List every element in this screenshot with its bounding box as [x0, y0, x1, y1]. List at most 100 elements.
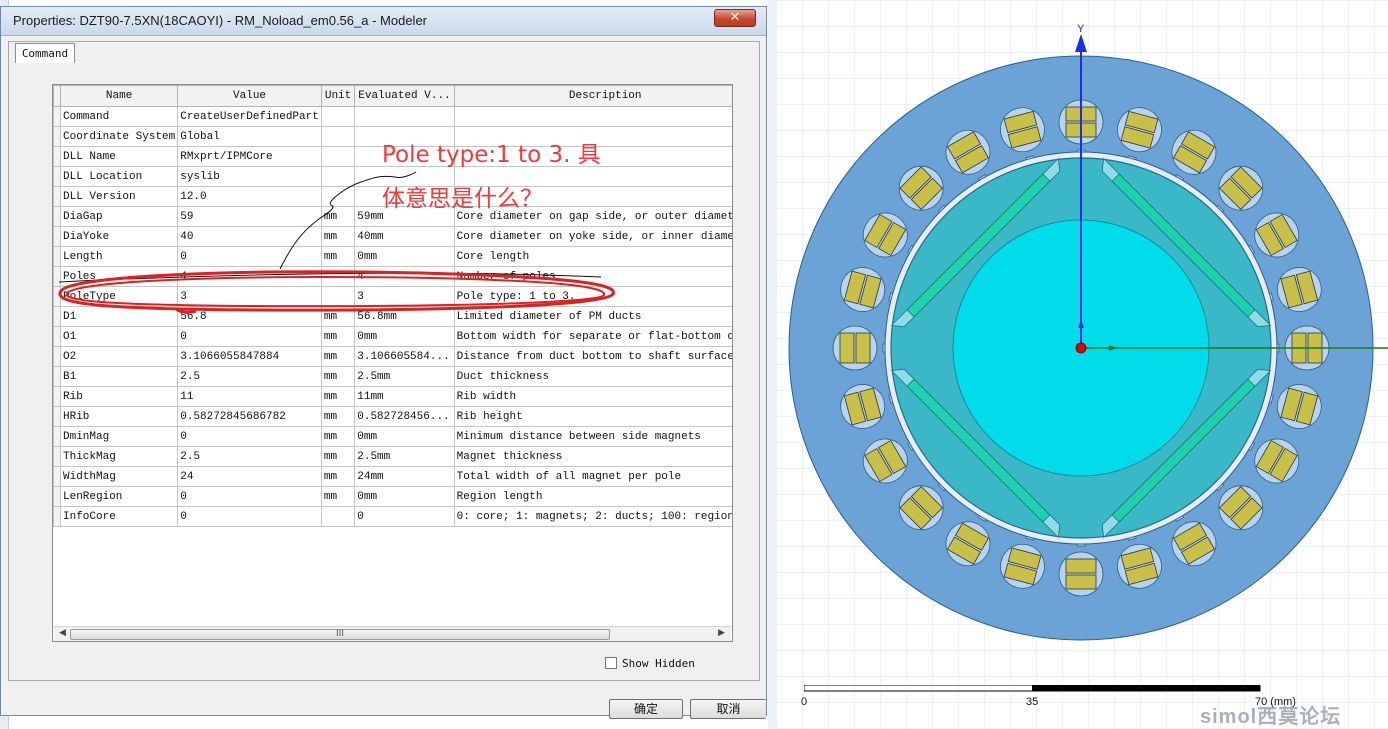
row-header[interactable]	[53, 206, 61, 227]
cell-name: DLL Version	[59, 186, 179, 207]
cell-value[interactable]: syslib	[177, 166, 322, 187]
cell-evaluated: 0mm	[354, 426, 455, 447]
cell-unit: mm	[320, 366, 356, 387]
cell-unit: mm	[320, 226, 356, 247]
table-row[interactable]: DiaYoke 40 mm 40mm Core diameter on yoke sid…	[53, 226, 732, 247]
dialog-titlebar[interactable]: Properties: DZT90-7.5XN(18CAOYI) - RM_No…	[1, 7, 766, 36]
cell-value[interactable]: 12.0	[177, 186, 322, 207]
cell-value[interactable]: 24	[177, 466, 322, 487]
row-header[interactable]	[53, 426, 61, 447]
row-header[interactable]	[53, 506, 61, 527]
table-row[interactable]: DminMag 0 mm 0mm Minimum distance between si…	[53, 426, 732, 447]
row-header[interactable]	[53, 346, 61, 367]
row-header[interactable]	[53, 406, 61, 427]
cell-name: DiaYoke	[59, 226, 179, 247]
ok-button[interactable]: 确定	[609, 699, 683, 719]
table-row[interactable]: ThickMag 2.5 mm 2.5mm Magnet thickness	[53, 446, 732, 467]
cell-evaluated: 40mm	[354, 226, 455, 247]
table-row[interactable]: O2 3.1066055847884 mm 3.106605584... Distanc…	[53, 346, 732, 367]
scrollbar-thumb[interactable]: III	[70, 629, 610, 640]
horizontal-scrollbar[interactable]: ◀ III ▶	[54, 626, 731, 641]
cell-value[interactable]: 4	[177, 266, 322, 287]
coil-upper	[1065, 574, 1097, 590]
modeler-canvas[interactable]: Y	[776, 0, 1388, 729]
cell-description: Rib height	[453, 406, 732, 427]
table-row[interactable]: WidthMag 24 mm 24mm Total width of all magne…	[53, 466, 732, 487]
row-header[interactable]	[53, 246, 61, 267]
row-header[interactable]	[53, 226, 61, 247]
table-row[interactable]: InfoCore 0 0 0: core; 1: magnets; 2: ducts;…	[53, 506, 732, 527]
row-header[interactable]	[53, 146, 61, 167]
column-header-evaluated[interactable]: Evaluated V...	[354, 85, 455, 107]
row-header[interactable]	[53, 486, 61, 507]
row-header[interactable]	[53, 386, 61, 407]
cell-name: Coordinate System	[59, 126, 179, 147]
show-hidden-checkbox[interactable]: Show Hidden	[605, 657, 695, 670]
cell-value[interactable]: 0	[177, 486, 322, 507]
row-header[interactable]	[53, 186, 61, 207]
cell-value[interactable]: 3.1066055847884	[177, 346, 322, 367]
cell-value[interactable]: 40	[177, 226, 322, 247]
cell-description: Magnet thickness	[453, 446, 732, 467]
table-row[interactable]: LenRegion 0 mm 0mm Region length	[53, 486, 732, 507]
cell-value[interactable]: 0	[177, 326, 322, 347]
row-header[interactable]	[53, 446, 61, 467]
window-divider	[768, 0, 776, 729]
cell-description: Minimum distance between side magnets	[453, 426, 732, 447]
row-header[interactable]	[53, 286, 61, 307]
table-row[interactable]: Poles 4 4 Number of poles	[53, 266, 732, 287]
cell-description: Core length	[453, 246, 732, 267]
table-row[interactable]: Rib 11 mm 11mm Rib width	[53, 386, 732, 407]
table-row[interactable]: O1 0 mm 0mm Bottom width for separate or fla…	[53, 326, 732, 347]
cell-value[interactable]: 59	[177, 206, 322, 227]
column-header-description[interactable]: Description	[453, 85, 732, 107]
tab-command[interactable]: Command	[15, 43, 75, 63]
cell-value[interactable]: 3	[177, 286, 322, 307]
table-row[interactable]: PoleType 3 3 Pole type: 1 to 3.	[53, 286, 732, 307]
row-header[interactable]	[53, 126, 61, 147]
coil-lower	[1065, 558, 1097, 574]
cell-description	[453, 106, 732, 127]
cell-value[interactable]: 0	[177, 506, 322, 527]
column-header-value[interactable]: Value	[177, 85, 322, 107]
scroll-left-icon[interactable]: ◀	[59, 628, 66, 638]
cancel-button[interactable]: 取消	[690, 699, 766, 719]
cell-name: DLL Location	[59, 166, 179, 187]
cell-unit: mm	[320, 246, 356, 267]
table-row[interactable]: Length 0 mm 0mm Core length	[53, 246, 732, 267]
cell-name: O1	[59, 326, 179, 347]
scroll-right-icon[interactable]: ▶	[718, 628, 725, 638]
row-header[interactable]	[53, 466, 61, 487]
cell-value[interactable]: 0	[177, 246, 322, 267]
cell-value[interactable]: 2.5	[177, 366, 322, 387]
cell-value[interactable]: 0	[177, 426, 322, 447]
cell-value[interactable]: CreateUserDefinedPart	[177, 106, 322, 127]
cell-unit	[320, 126, 356, 147]
row-header[interactable]	[53, 166, 61, 187]
row-header[interactable]	[53, 106, 61, 127]
cell-unit: mm	[320, 346, 356, 367]
table-row[interactable]: Command CreateUserDefinedPart	[53, 106, 732, 127]
row-header[interactable]	[53, 326, 61, 347]
close-button[interactable]: ✕	[714, 9, 756, 27]
cell-evaluated: 0mm	[354, 326, 455, 347]
cell-value[interactable]: 56.8	[177, 306, 322, 327]
column-header-name[interactable]: Name	[59, 85, 179, 107]
table-row[interactable]: D1 56.8 mm 56.8mm Limited diameter of PM duc…	[53, 306, 732, 327]
checkbox-box[interactable]	[605, 657, 617, 669]
row-header[interactable]	[53, 306, 61, 327]
cell-value[interactable]: RMxprt/IPMCore	[177, 146, 322, 167]
row-header[interactable]	[53, 366, 61, 387]
table-row[interactable]: B1 2.5 mm 2.5mm Duct thickness	[53, 366, 732, 387]
cell-evaluated: 0.582728456...	[354, 406, 455, 427]
cell-unit: mm	[320, 426, 356, 447]
cell-value[interactable]: 2.5	[177, 446, 322, 467]
table-row[interactable]: HRib 0.58272845686782 mm 0.582728456... Rib …	[53, 406, 732, 427]
cell-value[interactable]: 0.58272845686782	[177, 406, 322, 427]
cell-name: Poles	[59, 266, 179, 287]
column-header-unit[interactable]: Unit	[320, 85, 356, 107]
cell-value[interactable]: 11	[177, 386, 322, 407]
motor-geometry-view[interactable]: Y	[776, 0, 1388, 729]
cell-value[interactable]: Global	[177, 126, 322, 147]
row-header[interactable]	[53, 266, 61, 287]
